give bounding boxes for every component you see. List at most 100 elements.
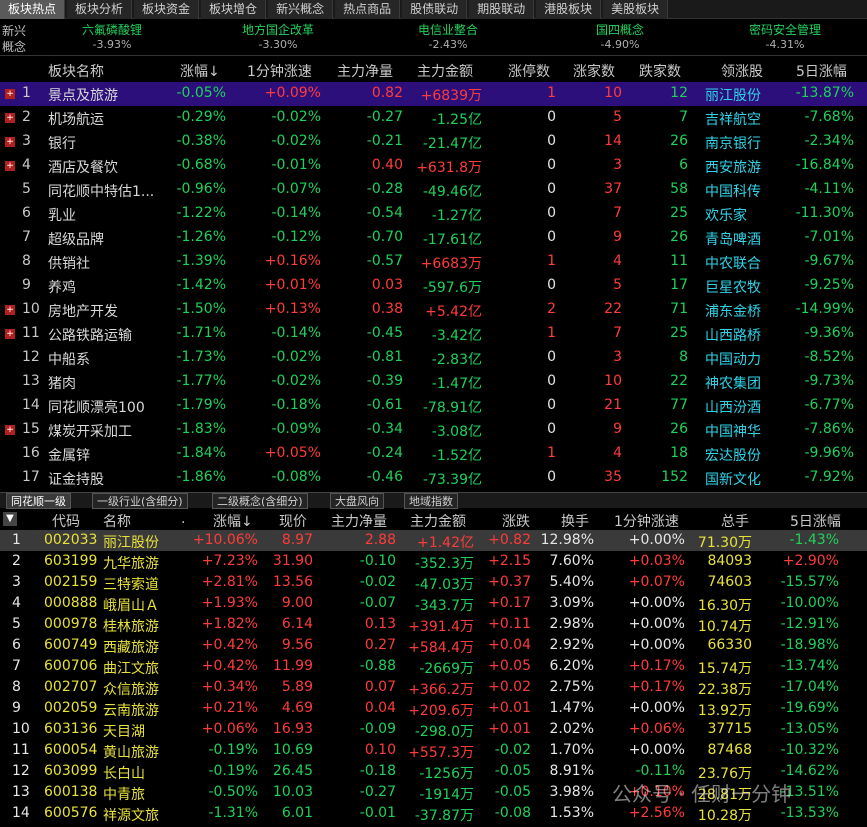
col-header-price[interactable]: 现价 — [279, 511, 307, 531]
sector-name[interactable]: 同花顺中特估1... — [48, 181, 154, 201]
stock-row[interactable]: 4 000888 峨眉山Ａ +1.93% 9.00 -0.07 -343.7万 +0.17 3.… — [0, 593, 867, 614]
sector-name[interactable]: 超级品牌 — [48, 229, 104, 249]
sector-name[interactable]: 供销社 — [48, 253, 90, 273]
sector-row[interactable]: 5 同花顺中特估1... -0.96% -0.07% -0.28 -49.46亿 0 37 58… — [0, 178, 867, 202]
sector-row[interactable]: +1 景点及旅游 -0.05% +0.09% 0.82 +6839万 1 10 12 丽江股份 -1… — [0, 82, 867, 106]
sector-leader[interactable]: 吉祥航空 — [705, 109, 761, 129]
expand-icon[interactable]: + — [5, 89, 15, 99]
col-header-limit[interactable]: 涨停数 — [508, 61, 550, 81]
sector-name[interactable]: 煤炭开采加工 — [48, 421, 132, 441]
sector-leader[interactable]: 山西路桥 — [705, 325, 761, 345]
sector-leader[interactable]: 中国神华 — [705, 421, 761, 441]
top-tab[interactable]: 板块分析 — [67, 0, 133, 19]
stock-code[interactable]: 600054 — [44, 742, 97, 758]
filter-icon[interactable]: ▼ — [3, 512, 17, 526]
expand-icon[interactable]: + — [5, 305, 15, 315]
sector-row[interactable]: 6 乳业 -1.22% -0.14% -0.54 -1.27亿 0 7 25 欢乐家 -11.30% — [0, 202, 867, 226]
stock-row[interactable]: 8 002707 众信旅游 +0.34% 5.89 0.07 +366.2万 +0.02 2.7… — [0, 677, 867, 698]
stock-code[interactable]: 002159 — [44, 574, 97, 590]
sector-leader[interactable]: 宏达股份 — [705, 445, 761, 465]
col-header-net[interactable]: 主力净量 — [337, 61, 393, 81]
stock-code[interactable]: 002033 — [44, 532, 97, 548]
stock-name[interactable]: 长白山 — [103, 763, 145, 783]
sector-leader[interactable]: 中国动力 — [705, 349, 761, 369]
top-tab[interactable]: 新兴概念 — [268, 0, 334, 19]
col-header-stock-speed[interactable]: 1分钟涨速 — [614, 511, 679, 531]
sector-name[interactable]: 公路铁路运输 — [48, 325, 132, 345]
stock-code[interactable]: 002707 — [44, 679, 97, 695]
group-tab[interactable]: 一级行业(含细分) — [92, 493, 188, 509]
sector-name[interactable]: 房地产开发 — [48, 301, 118, 321]
sector-leader[interactable]: 丽江股份 — [705, 85, 761, 105]
sector-name[interactable]: 乳业 — [48, 205, 76, 225]
sector-name[interactable]: 养鸡 — [48, 277, 76, 297]
top-tab[interactable]: 期股联动 — [469, 0, 535, 19]
sector-row[interactable]: 17 证金持股 -1.86% -0.08% -0.46 -73.39亿 0 35 152 国新文化… — [0, 466, 867, 490]
stock-code[interactable]: 603136 — [44, 721, 97, 737]
stock-name[interactable]: 峨眉山Ａ — [103, 595, 159, 615]
concept-item[interactable]: 地方国企改革 -3.30% — [218, 22, 338, 52]
col-header-leader[interactable]: 领涨股 — [721, 61, 763, 81]
stock-row[interactable]: 6 600749 西藏旅游 +0.42% 9.56 0.27 +584.4万 +0.04 2.9… — [0, 635, 867, 656]
group-tab[interactable]: 二级概念(含细分) — [212, 493, 308, 509]
stock-name[interactable]: 丽江股份 — [103, 532, 159, 552]
stock-name[interactable]: 祥源文旅 — [103, 805, 159, 825]
col-header-stock-amount[interactable]: 主力金额 — [410, 511, 466, 531]
sector-row[interactable]: +2 机场航运 -0.29% -0.02% -0.27 -1.25亿 0 5 7 吉祥航空 -7.6… — [0, 106, 867, 130]
stock-code[interactable]: 600749 — [44, 637, 97, 653]
col-header-d5[interactable]: 5日涨幅 — [796, 61, 847, 81]
stock-name[interactable]: 天目湖 — [103, 721, 145, 741]
stock-code[interactable]: 002059 — [44, 700, 97, 716]
group-tab[interactable]: 地域指数 — [404, 493, 458, 509]
top-tab[interactable]: 板块热点 — [0, 0, 66, 19]
sector-name[interactable]: 景点及旅游 — [48, 85, 118, 105]
sector-name[interactable]: 证金持股 — [48, 469, 104, 489]
sector-row[interactable]: 13 猪肉 -1.77% -0.02% -0.39 -1.47亿 0 10 22 神农集团 -9.7… — [0, 370, 867, 394]
sector-name[interactable]: 同花顺漂亮100 — [48, 397, 145, 417]
sector-row[interactable]: +11 公路铁路运输 -1.71% -0.14% -0.45 -3.42亿 1 7 25 山西路桥… — [0, 322, 867, 346]
expand-icon[interactable]: + — [5, 329, 15, 339]
sector-name[interactable]: 金属锌 — [48, 445, 90, 465]
stock-name[interactable]: 西藏旅游 — [103, 637, 159, 657]
sector-row[interactable]: 9 养鸡 -1.42% +0.01% 0.03 -597.6万 0 5 17 巨星农牧 -9.25% — [0, 274, 867, 298]
sector-row[interactable]: +15 煤炭开采加工 -1.83% -0.09% -0.34 -3.08亿 0 9 26 中国神华… — [0, 418, 867, 442]
sector-leader[interactable]: 中国科传 — [705, 181, 761, 201]
col-header-name[interactable]: 板块名称 — [48, 61, 104, 81]
sector-row[interactable]: 8 供销社 -1.39% +0.16% -0.57 +6683万 1 4 11 中农联合 -9.67… — [0, 250, 867, 274]
col-header-vol[interactable]: 总手 — [721, 511, 749, 531]
col-header-code[interactable]: 代码 — [52, 511, 80, 531]
top-tab[interactable]: 板块增仓 — [201, 0, 267, 19]
stock-code[interactable]: 600706 — [44, 658, 97, 674]
stock-name[interactable]: 云南旅游 — [103, 700, 159, 720]
concept-item[interactable]: 密码安全管理 -4.31% — [725, 22, 845, 52]
col-header-down[interactable]: 跌家数 — [639, 61, 681, 81]
sector-row[interactable]: +4 酒店及餐饮 -0.68% -0.01% 0.40 +631.8万 0 3 6 西安旅游 -16… — [0, 154, 867, 178]
stock-name[interactable]: 桂林旅游 — [103, 616, 159, 636]
col-header-stock-d5[interactable]: 5日涨幅 — [790, 511, 841, 531]
stock-row[interactable]: 1 002033 丽江股份 +10.06% 8.97 2.88 +1.42亿 +0.82 12.… — [0, 530, 867, 551]
sector-leader[interactable]: 南京银行 — [705, 133, 761, 153]
top-tab[interactable]: 板块资金 — [134, 0, 200, 19]
stock-row[interactable]: 2 603199 九华旅游 +7.23% 31.90 -0.10 -352.3万 +2.15 7… — [0, 551, 867, 572]
sector-row[interactable]: +3 银行 -0.38% -0.02% -0.21 -21.47亿 0 14 26 南京银行 -2.… — [0, 130, 867, 154]
stock-row[interactable]: 3 002159 三特索道 +2.81% 13.56 -0.02 -47.03万 +0.37 5… — [0, 572, 867, 593]
stock-code[interactable]: 000888 — [44, 595, 97, 611]
stock-row[interactable]: 7 600706 曲江文旅 +0.42% 11.99 -0.88 -2669万 +0.05 6.… — [0, 656, 867, 677]
sector-name[interactable]: 银行 — [48, 133, 76, 153]
group-tab[interactable]: 大盘风向 — [330, 493, 384, 509]
top-tab[interactable]: 热点商品 — [335, 0, 401, 19]
expand-icon[interactable]: + — [5, 425, 15, 435]
sector-name[interactable]: 酒店及餐饮 — [48, 157, 118, 177]
sector-leader[interactable]: 巨星农牧 — [705, 277, 761, 297]
top-tab[interactable]: 美股板块 — [603, 0, 669, 19]
stock-code[interactable]: 603199 — [44, 553, 97, 569]
sector-row[interactable]: 16 金属锌 -1.84% +0.05% -0.24 -1.52亿 1 4 18 宏达股份 -9.9… — [0, 442, 867, 466]
stock-name[interactable]: 黄山旅游 — [103, 742, 159, 762]
sector-name[interactable]: 猪肉 — [48, 373, 76, 393]
sector-row[interactable]: 7 超级品牌 -1.26% -0.12% -0.70 -17.61亿 0 9 26 青岛啤酒 -7.… — [0, 226, 867, 250]
stock-name[interactable]: 中青旅 — [103, 784, 145, 804]
sector-leader[interactable]: 西安旅游 — [705, 157, 761, 177]
stock-code[interactable]: 600576 — [44, 805, 97, 821]
stock-name[interactable]: 众信旅游 — [103, 679, 159, 699]
stock-name[interactable]: 九华旅游 — [103, 553, 159, 573]
